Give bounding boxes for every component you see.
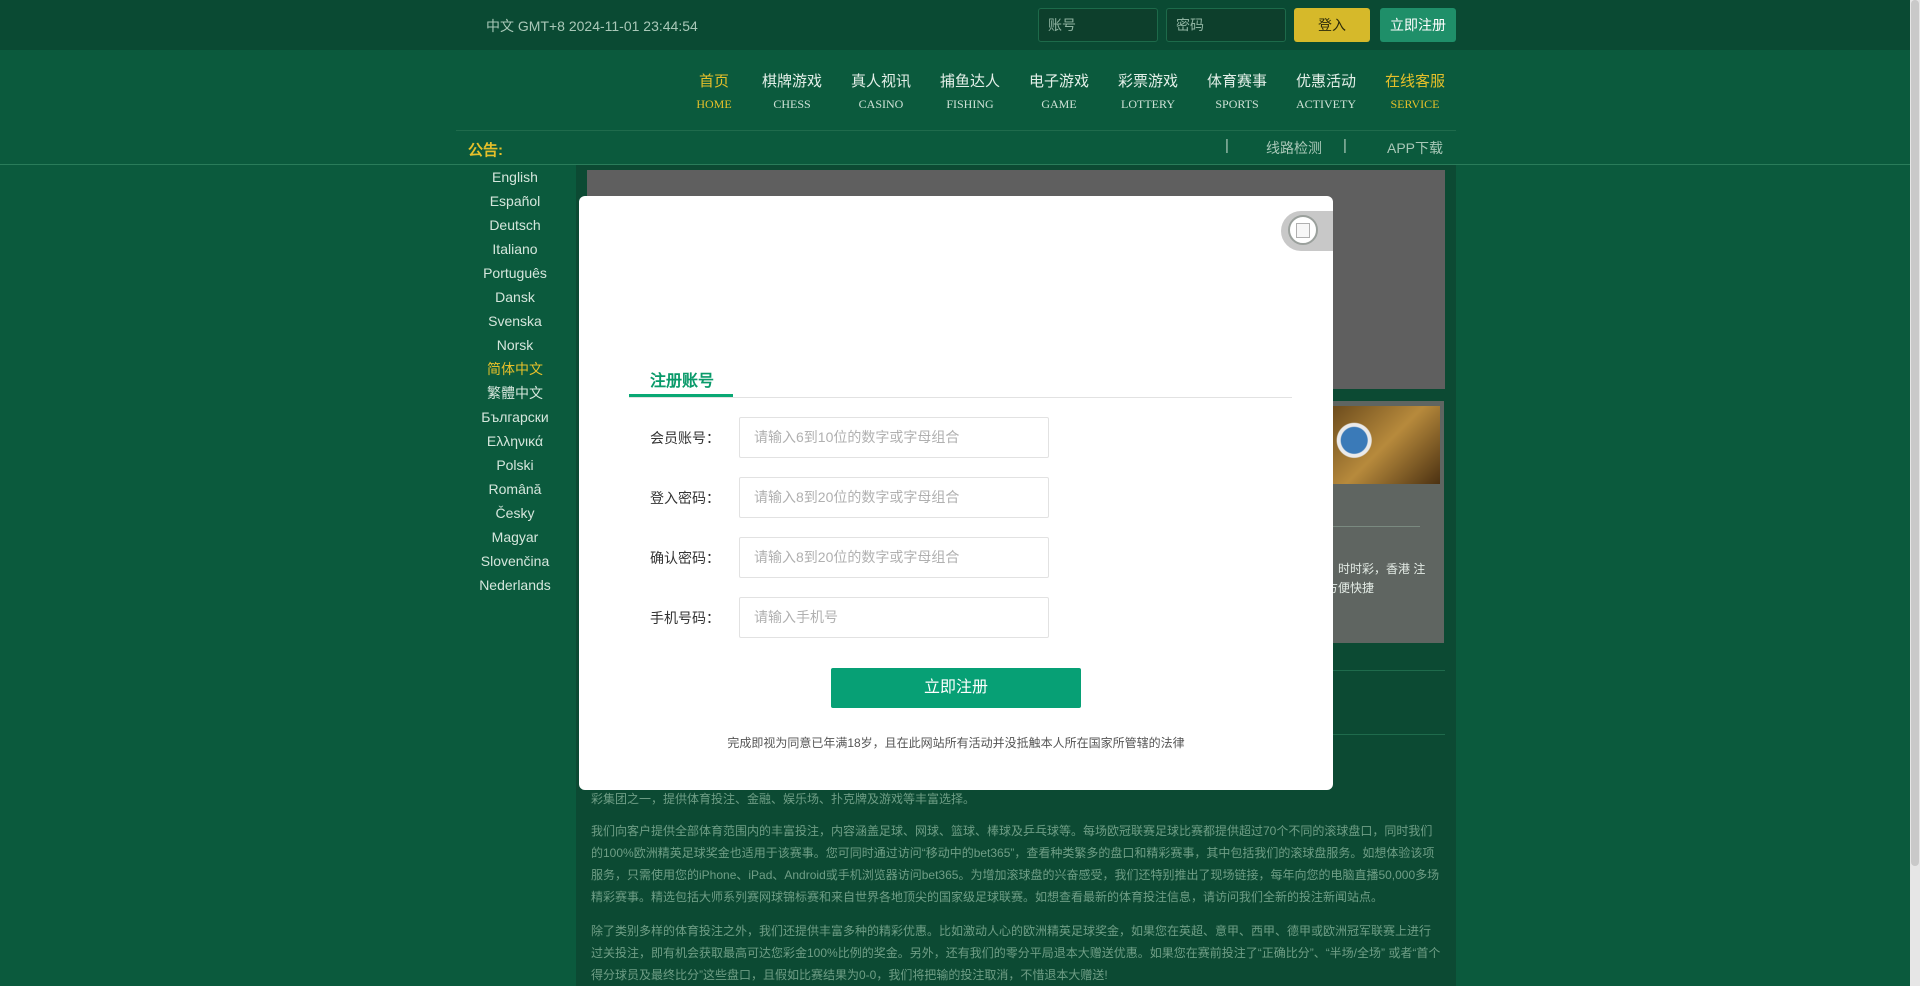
account-input[interactable]: 账号	[1038, 8, 1158, 42]
notice-label: 公告:	[468, 142, 503, 159]
notice-separator: |	[1225, 137, 1229, 154]
nav-lottery-label: 彩票游戏	[1117, 73, 1178, 90]
lottery-ball-image	[1330, 406, 1440, 484]
nav-service[interactable]: 在线客服 SERVICE	[1371, 70, 1459, 112]
language-item[interactable]: Español	[456, 190, 574, 214]
language-item[interactable]: Dansk	[456, 286, 574, 310]
card-divider	[1326, 526, 1420, 527]
line-check-link[interactable]: 线路检测	[1266, 138, 1322, 158]
confirm-password-label: 确认密码：	[650, 550, 720, 566]
login-password-input[interactable]: 请输入8到20位的数字或字母组合	[739, 477, 1049, 518]
nav-casino-sublabel: CASINO	[858, 97, 904, 111]
main-nav: 首页 HOME 棋牌游戏 CHESS 真人视讯 CASINO 捕鱼达人 FISHING …	[0, 50, 1920, 130]
nav-home[interactable]: 首页 HOME	[670, 70, 758, 112]
nav-chess[interactable]: 棋牌游戏 CHESS	[748, 70, 836, 112]
member-account-label: 会员账号：	[650, 430, 720, 446]
nav-fishing[interactable]: 捕鱼达人 FISHING	[926, 70, 1014, 112]
nav-casino[interactable]: 真人视讯 CASINO	[837, 70, 925, 112]
nav-activity[interactable]: 优惠活动 ACTIVETY	[1282, 70, 1370, 112]
nav-sports-sublabel: SPORTS	[1215, 97, 1259, 111]
nav-activity-label: 优惠活动	[1295, 73, 1356, 90]
nav-sports-label: 体育赛事	[1206, 73, 1267, 90]
datetime-display: 中文 GMT+8 2024-11-01 23:44:54	[486, 18, 698, 34]
language-item[interactable]: Nederlands	[456, 574, 574, 598]
language-item[interactable]: Português	[456, 262, 574, 286]
app-download-link[interactable]: APP下载	[1387, 138, 1443, 158]
nav-game[interactable]: 电子游戏 GAME	[1015, 70, 1103, 112]
nav-activity-sublabel: ACTIVETY	[1296, 97, 1356, 111]
nav-chess-label: 棋牌游戏	[761, 73, 822, 90]
nav-home-sublabel: HOME	[696, 97, 732, 111]
submit-register-button[interactable]: 立即注册	[831, 668, 1081, 708]
intro-paragraph: 我们向客户提供全部体育范围内的丰富投注，内容涵盖足球、网球、篮球、棒球及乒乓球等…	[591, 824, 1440, 904]
top-bar: 中文 GMT+8 2024-11-01 23:44:54 账号 密码 登入 立即…	[0, 0, 1920, 50]
nav-home-label: 首页	[698, 73, 729, 90]
language-item[interactable]: Български	[456, 406, 574, 430]
language-item[interactable]: 繁體中文	[456, 382, 574, 406]
nav-fishing-sublabel: FISHING	[946, 97, 994, 111]
language-item[interactable]: Română	[456, 478, 574, 502]
nav-service-sublabel: SERVICE	[1390, 97, 1440, 111]
nav-game-sublabel: GAME	[1041, 97, 1077, 111]
scrollbar-thumb[interactable]	[1911, 0, 1919, 866]
intro-paragraph: 彩集团之一，提供体育投注、金融、娱乐场、扑克牌及游戏等丰富选择。	[591, 792, 976, 806]
register-button[interactable]: 立即注册	[1380, 8, 1456, 42]
modal-tab-register[interactable]: 注册账号	[650, 367, 714, 391]
nav-service-label: 在线客服	[1384, 73, 1445, 90]
language-item[interactable]: Svenska	[456, 310, 574, 334]
language-item[interactable]: Ελληνικά	[456, 430, 574, 454]
login-button[interactable]: 登入	[1294, 8, 1370, 42]
terms-notice: 完成即视为同意已年满18岁，且在此网站所有活动并没抵触本人所在国家所管辖的法律	[727, 736, 1185, 750]
intro-paragraph: 除了类别多样的体育投注之外，我们还提供丰富多种的精彩优惠。比如激动人心的欧洲精英…	[591, 924, 1441, 982]
nav-casino-label: 真人视讯	[850, 73, 911, 90]
language-item[interactable]: Deutsch	[456, 214, 574, 238]
notice-separator: |	[1343, 137, 1347, 154]
login-password-label: 登入密码：	[650, 490, 720, 506]
close-icon[interactable]	[1288, 215, 1318, 245]
nav-game-label: 电子游戏	[1028, 73, 1089, 90]
phone-number-input[interactable]: 请输入手机号	[739, 597, 1049, 638]
modal-tab-divider	[629, 397, 1292, 398]
notice-bar: 公告: | 线路检测 | APP下载	[0, 131, 1920, 164]
nav-sports[interactable]: 体育赛事 SPORTS	[1193, 70, 1281, 112]
language-item[interactable]: Italiano	[456, 238, 574, 262]
nav-chess-sublabel: CHESS	[773, 97, 811, 111]
card-description: ：时时彩，香港 注方便快捷	[1326, 562, 1426, 595]
phone-number-label: 手机号码：	[650, 610, 720, 626]
nav-lottery-sublabel: LOTTERY	[1121, 97, 1175, 111]
language-item[interactable]: Slovenčina	[456, 550, 574, 574]
confirm-password-input[interactable]: 请输入8到20位的数字或字母组合	[739, 537, 1049, 578]
nav-lottery[interactable]: 彩票游戏 LOTTERY	[1104, 70, 1192, 112]
language-item[interactable]: Česky	[456, 502, 574, 526]
language-item-active[interactable]: 简体中文	[456, 358, 574, 382]
nav-fishing-label: 捕鱼达人	[939, 73, 1000, 90]
language-list: English Español Deutsch Italiano Portugu…	[456, 166, 574, 598]
language-item[interactable]: Magyar	[456, 526, 574, 550]
language-item[interactable]: Norsk	[456, 334, 574, 358]
language-item[interactable]: English	[456, 166, 574, 190]
language-item[interactable]: Polski	[456, 454, 574, 478]
password-input[interactable]: 密码	[1166, 8, 1286, 42]
member-account-input[interactable]: 请输入6到10位的数字或字母组合	[739, 417, 1049, 458]
